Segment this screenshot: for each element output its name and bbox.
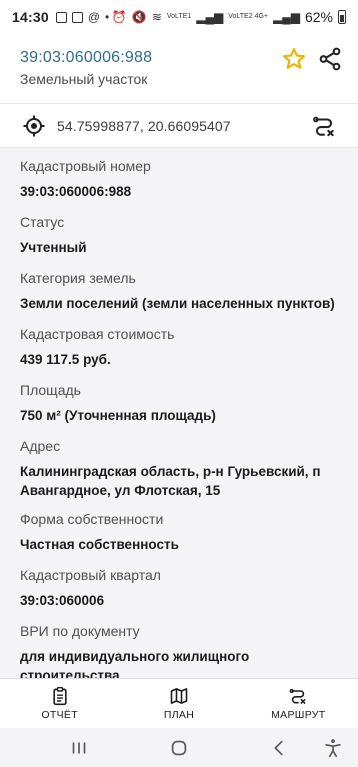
cadastral-number-title[interactable]: 39:03:060006:988 [20,49,152,67]
battery-icon [338,10,346,24]
field-cadastral-value: Кадастровая стоимость 439 117.5 руб. [20,325,350,369]
field-value: Частная собственность [20,537,179,552]
plan-button[interactable]: ПЛАН [119,679,238,728]
object-type: Земельный участок [20,71,148,87]
recent-apps-icon[interactable] [68,737,90,759]
route-icon [289,688,306,704]
plan-label: ПЛАН [163,709,195,721]
signal-2-icon: ▂▄▆ [273,10,300,24]
star-outline-icon[interactable] [281,46,307,72]
field-value: Земли поселений (земли населенных пункто… [20,296,335,311]
field-permitted-use: ВРИ по документу для индивидуального жил… [20,622,350,678]
field-cadastral-number: Кадастровый номер 39:03:060006:988 [20,157,350,201]
field-value: 750 м² (Уточненная площадь) [20,408,216,423]
route-icon[interactable] [311,113,337,139]
signal-1-icon: ▂▄▆ [196,10,224,24]
field-label: Площадь [20,382,81,398]
map-icon [170,688,188,704]
field-label: Категория земель [20,270,136,286]
mute-icon: 🔇 [131,10,147,24]
bottom-nav: ОТЧЁТ ПЛАН МАРШРУТ [0,678,358,728]
signal-1-label: VoLTE1 [166,13,192,20]
field-value: Учтенный [20,240,87,255]
status-time: 14:30 [12,9,49,25]
field-land-category: Категория земель Земли поселений (земли … [20,269,350,313]
coordinates-text[interactable]: 54.75998877, 20.66095407 [57,118,231,134]
report-button[interactable]: ОТЧЁТ [0,679,119,728]
crosshair-icon[interactable] [22,114,46,138]
field-cadastral-quarter: Кадастровый квартал 39:03:060006 [20,566,350,610]
alarm-icon: ⏰ [111,10,127,24]
share-icon[interactable] [317,46,343,72]
field-label: Форма собственности [20,511,164,527]
object-header: 39:03:060006:988 Земельный участок [0,34,358,104]
signal-2-label: VoLTE2 4G+ [228,13,268,20]
field-status: Статус Учтенный [20,213,350,257]
route-label: МАРШРУТ [271,709,326,721]
route-button[interactable]: МАРШРУТ [239,679,358,728]
dot-icon: • [105,10,110,24]
field-label: ВРИ по документу [20,623,140,639]
field-label: Статус [20,214,65,230]
field-value: 439 117.5 руб. [20,352,111,367]
field-label: Кадастровый номер [20,158,151,174]
report-label: ОТЧЁТ [41,709,78,721]
wifi-icon: ≋ [151,10,162,24]
status-bar: 14:30 @ • ⏰ 🔇 ≋ VoLTE1 ▂▄▆ VoLTE2 4G+ ▂▄… [0,0,358,34]
at-sign-icon: @ [87,10,100,24]
field-label: Кадастровый квартал [20,567,161,583]
notification-app-icon [55,11,67,23]
field-label: Кадастровая стоимость [20,326,175,342]
system-nav-bar [0,728,358,767]
back-icon[interactable] [268,737,290,759]
coordinates-row: 54.75998877, 20.66095407 [0,104,358,148]
details-list[interactable]: Кадастровый номер 39:03:060006:988 Стату… [0,148,358,678]
field-value: для индивидуального жилищного строительс… [20,649,250,678]
field-ownership: Форма собственности Частная собственност… [20,510,350,554]
field-label: Адрес [20,438,61,454]
gallery-icon [71,11,83,23]
field-area: Площадь 750 м² (Уточненная площадь) [20,381,350,425]
field-address: Адрес Калининградская область, р-н Гурье… [20,437,350,500]
field-value: 39:03:060006:988 [20,184,132,199]
accessibility-icon[interactable] [322,737,344,759]
report-icon [53,686,67,706]
notification-icons: @ • [55,10,110,24]
field-value: 39:03:060006 [20,593,105,608]
field-value: Калининградская область, р-н Гурьевский,… [20,464,321,498]
home-icon[interactable] [168,737,190,759]
battery-percent: 62% [304,9,333,25]
